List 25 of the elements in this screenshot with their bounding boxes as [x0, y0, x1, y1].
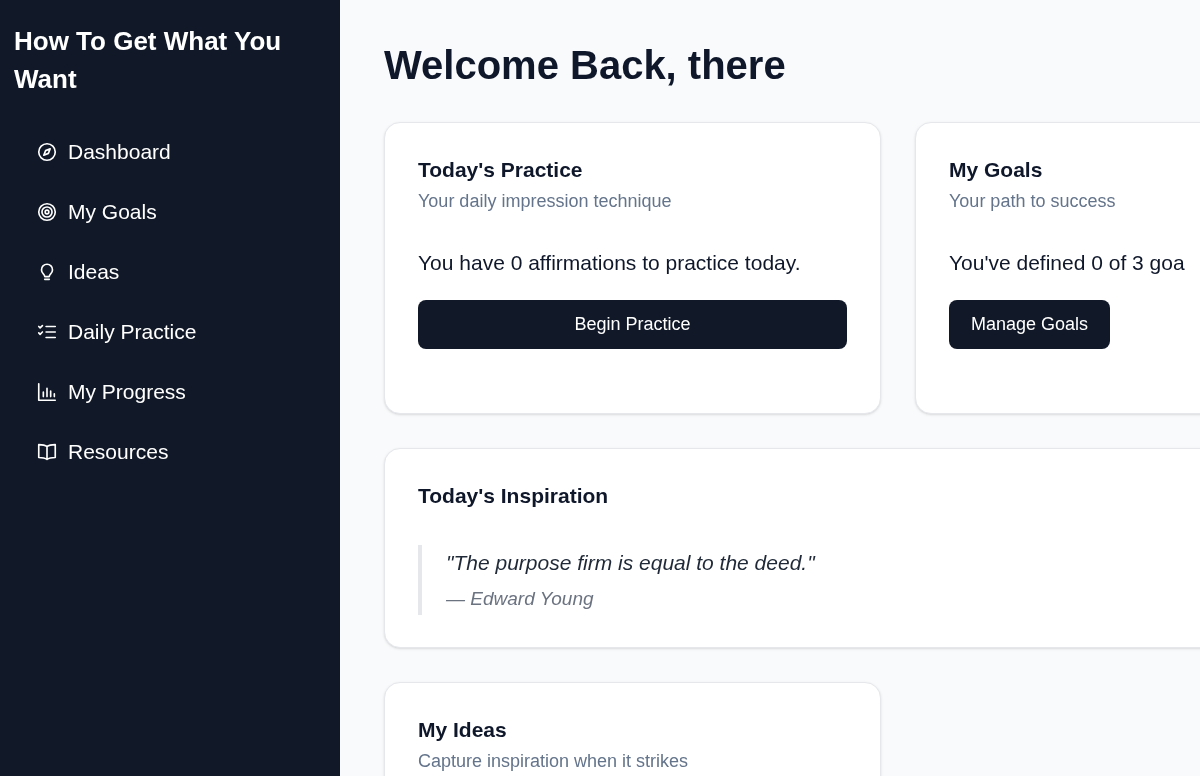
card-text: You've defined 0 of 3 goa [949, 250, 1186, 276]
quote-text: "The purpose firm is equal to the deed." [446, 550, 817, 576]
card-subtitle: Your path to success [949, 190, 1117, 213]
nav-item[interactable]: Resources [36, 436, 326, 468]
card-title: My Goals [949, 157, 1044, 183]
app-title: How To Get What You Want [14, 25, 283, 96]
card-subtitle: Capture inspiration when it strikes [418, 750, 690, 773]
book-icon [36, 441, 58, 463]
nav-item[interactable]: Dashboard [36, 136, 326, 168]
card-text: You have 0 affirmations to practice today. [418, 250, 802, 276]
nav-item[interactable]: Ideas [36, 256, 326, 288]
card-title: Today's Inspiration [418, 483, 610, 509]
target-icon [36, 201, 58, 223]
page-heading: Welcome Back, there [384, 42, 787, 89]
action-button[interactable]: Begin Practice [418, 300, 847, 349]
nav-item[interactable]: Daily Practice [36, 316, 326, 348]
card-subtitle: Your daily impression technique [418, 190, 673, 213]
nav-item[interactable]: My Progress [36, 376, 326, 408]
compass-icon [36, 141, 58, 163]
card-title: My Ideas [418, 717, 508, 743]
bar-chart-icon [36, 381, 58, 403]
action-button[interactable]: Manage Goals [949, 300, 1111, 349]
quote-author: — Edward Young [446, 587, 595, 611]
card-title: Today's Practice [418, 157, 584, 183]
nav-item[interactable]: My Goals [36, 196, 326, 228]
